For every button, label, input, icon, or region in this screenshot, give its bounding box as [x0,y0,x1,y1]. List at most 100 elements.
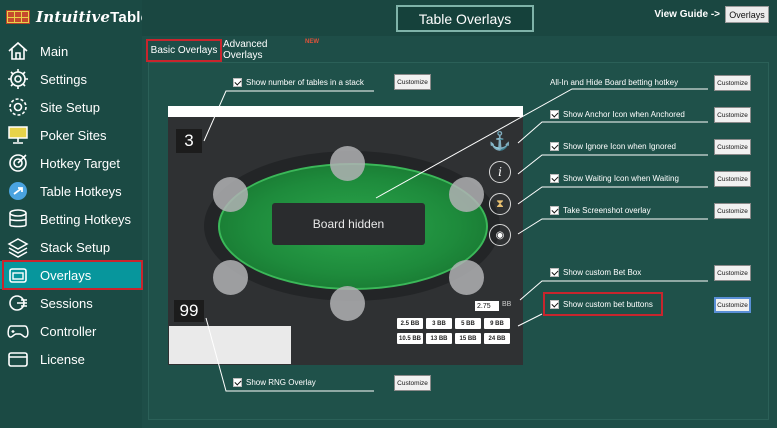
stack-count: 3 [176,129,202,153]
bet-button: 3 BB [426,318,452,329]
customize-waiting-button[interactable]: Customize [714,171,751,187]
customize-anchor-button[interactable]: Customize [714,107,751,123]
sidebar-item-settings[interactable]: Settings [0,65,142,93]
sidebar-item-label: Betting Hotkeys [40,211,132,227]
bet-button: 13 BB [426,333,452,344]
option-screenshot[interactable]: Take Screenshot overlay [550,206,651,215]
sidebar-item-table-hotkeys[interactable]: Table Hotkeys [0,177,142,205]
overlays-guide-button[interactable]: Overlays [725,6,769,23]
option-anchor[interactable]: Show Anchor Icon when Anchored [550,110,685,119]
sidebar-item-sessions[interactable]: Sessions [0,289,142,317]
seat [330,146,365,181]
sidebar-item-label: Poker Sites [40,127,107,143]
rng-overlay-box [169,326,291,364]
option-rng[interactable]: Show RNG Overlay [233,378,316,387]
ignore-checkbox[interactable] [550,142,559,151]
page-title: Table Overlays [396,5,534,32]
sidebar-item-label: Stack Setup [40,239,111,255]
preview-title-bar [168,106,523,117]
card-icon [6,348,30,370]
sidebar-item-controller[interactable]: Controller [0,317,142,345]
sidebar-item-label: Sessions [40,295,93,311]
sidebar-item-hotkey-target[interactable]: Hotkey Target [0,149,142,177]
option-label: Take Screenshot overlay [563,206,651,215]
gear-icon [6,68,30,90]
customize-bet-buttons-button[interactable]: Customize [714,297,751,313]
option-label: Show custom Bet Box [563,268,642,277]
rng-checkbox[interactable] [233,378,242,387]
seat [330,286,365,321]
bet-button: 5 BB [455,318,481,329]
sidebar-item-poker-sites[interactable]: Poker Sites [0,121,142,149]
sidebar-item-label: Settings [40,71,87,87]
bet-button: 15 BB [455,333,481,344]
sidebar-item-betting-hotkeys[interactable]: Betting Hotkeys [0,205,142,233]
screenshot-checkbox[interactable] [550,206,559,215]
site-gear-icon [6,96,30,118]
sidebar-item-label: License [40,351,85,367]
gamepad-icon [6,320,30,342]
sidebar-item-label: Controller [40,323,97,339]
seat [449,260,484,295]
layers-icon [6,236,30,258]
seat [449,177,484,212]
highlight-box [543,292,663,316]
seat [213,177,248,212]
customize-bet-box-button[interactable]: Customize [714,265,751,281]
waiting-checkbox[interactable] [550,174,559,183]
logo-icon [6,10,30,24]
arrow-circle-icon [6,180,30,202]
anchor-icon: ⚓ [488,130,512,151]
customize-ignore-button[interactable]: Customize [714,139,751,155]
tab-advanced-overlays[interactable]: Advanced Overlays [223,39,309,61]
hourglass-icon: ⧗ [489,193,511,215]
bet-button: 9 BB [484,318,510,329]
stack-count-checkbox[interactable] [233,78,242,87]
app-window: IntuitiveTables Main Settings Site Setup… [0,0,777,428]
option-label: Show number of tables in a stack [246,78,364,87]
new-badge: NEW [305,39,319,45]
option-label: Show Ignore Icon when Ignored [563,142,676,151]
option-label: Show Anchor Icon when Anchored [563,110,685,119]
camera-icon: ◉ [489,224,511,246]
option-stack-count[interactable]: Show number of tables in a stack [233,78,364,87]
option-bet-box[interactable]: Show custom Bet Box [550,268,641,277]
sessions-icon [6,292,30,314]
table-preview: Board hidden 3 99 ⚓ i ⧗ ◉ 2.75 BB 2.5 BB… [168,106,523,365]
customize-screenshot-button[interactable]: Customize [714,203,751,219]
board-hidden-label: Board hidden [272,203,425,245]
highlight-box [146,39,222,62]
seat [213,260,248,295]
home-icon [6,40,30,62]
bet-box-checkbox[interactable] [550,268,559,277]
monitor-icon [6,124,30,146]
database-icon [6,208,30,230]
bet-unit-label: BB [502,301,512,308]
rng-count: 99 [174,300,204,322]
option-ignore[interactable]: Show Ignore Icon when Ignored [550,142,676,151]
sidebar-item-label: Site Setup [40,99,100,115]
bet-button: 2.5 BB [397,318,423,329]
logo: IntuitiveTables [6,6,158,28]
brand-name: IntuitiveTables [36,8,158,26]
option-waiting[interactable]: Show Waiting Icon when Waiting [550,174,679,183]
sidebar-item-license[interactable]: License [0,345,142,373]
bet-button: 24 BB [484,333,510,344]
sidebar-item-site-setup[interactable]: Site Setup [0,93,142,121]
customize-hotkey-button[interactable]: Customize [714,75,751,91]
info-icon: i [489,161,511,183]
customize-rng-button[interactable]: Customize [394,375,431,391]
option-label: Show RNG Overlay [246,378,316,387]
option-label: Show Waiting Icon when Waiting [563,174,679,183]
customize-stack-count-button[interactable]: Customize [394,74,431,90]
sidebar-item-label: Hotkey Target [40,155,120,171]
target-icon [6,152,30,174]
sidebar-item-stack-setup[interactable]: Stack Setup [0,233,142,261]
sidebar-item-label: Main [40,43,69,59]
view-guide-label: View Guide -> [654,9,720,20]
header-bar: Table Overlays View Guide -> Overlays [142,0,777,36]
anchor-checkbox[interactable] [550,110,559,119]
hotkey-label: All-In and Hide Board betting hotkey [550,78,679,87]
sidebar-item-main[interactable]: Main [0,37,142,65]
bet-amount-input: 2.75 [475,301,499,311]
